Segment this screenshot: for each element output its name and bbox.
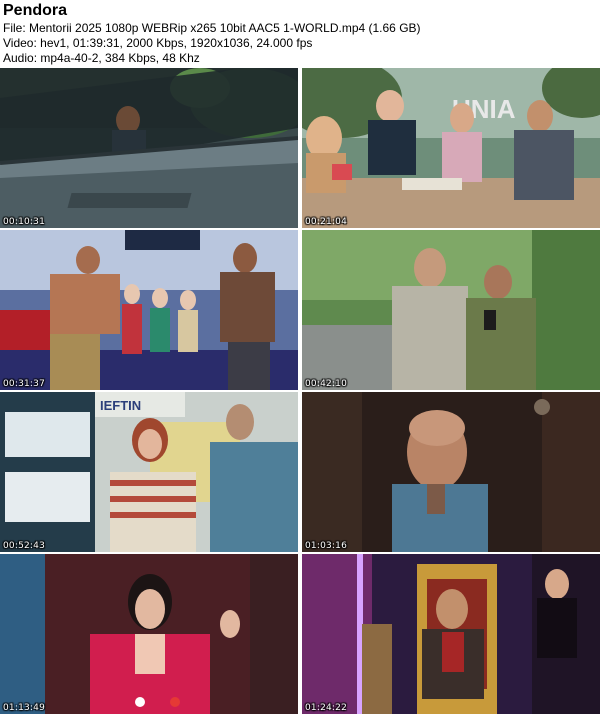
frame-club: [0, 230, 298, 390]
timestamp: 00:21:04: [305, 217, 348, 227]
thumbnail[interactable]: 01:13:49: [0, 554, 298, 714]
thumbnail[interactable]: 00:42:10: [302, 230, 600, 390]
thumbnail[interactable]: UNIA 00:21:04: [302, 68, 600, 228]
file-info: File: Mentorii 2025 1080p WEBRip x265 10…: [3, 21, 421, 35]
timestamp: 00:31:37: [3, 379, 46, 389]
timestamp: 01:24:22: [305, 703, 348, 713]
frame-park: [302, 230, 600, 390]
video-info: Video: hev1, 01:39:31, 2000 Kbps, 1920x1…: [3, 36, 313, 50]
frame-closeup: [302, 392, 600, 552]
thumbnail[interactable]: 01:03:16: [302, 392, 600, 552]
timestamp: 00:52:43: [3, 541, 46, 551]
thumbnail-grid: 00:10:31 UNIA 00:21:04 00:31:37 00:42:10…: [0, 68, 600, 714]
thumbnail[interactable]: 01:24:22: [302, 554, 600, 714]
info-header: Pendora File: Mentorii 2025 1080p WEBRip…: [3, 0, 597, 66]
sign-text: IEFTIN: [100, 398, 141, 413]
thumbnail[interactable]: IEFTIN 00:52:43: [0, 392, 298, 552]
timestamp: 01:03:16: [305, 541, 348, 551]
app-title: Pendora: [3, 2, 68, 19]
timestamp: 00:42:10: [305, 379, 348, 389]
thumbnail[interactable]: 00:10:31: [0, 68, 298, 228]
frame-video-call: [0, 554, 298, 714]
timestamp: 00:10:31: [3, 217, 46, 227]
frame-outdoor-table: UNIA: [302, 68, 600, 228]
thumbnail[interactable]: 00:31:37: [0, 230, 298, 390]
frame-car-hood: [0, 68, 298, 228]
frame-throne: [302, 554, 600, 714]
timestamp: 01:13:49: [3, 703, 46, 713]
frame-supermarket: IEFTIN: [0, 392, 298, 552]
audio-info: Audio: mp4a-40-2, 384 Kbps, 48 Khz: [3, 51, 200, 65]
